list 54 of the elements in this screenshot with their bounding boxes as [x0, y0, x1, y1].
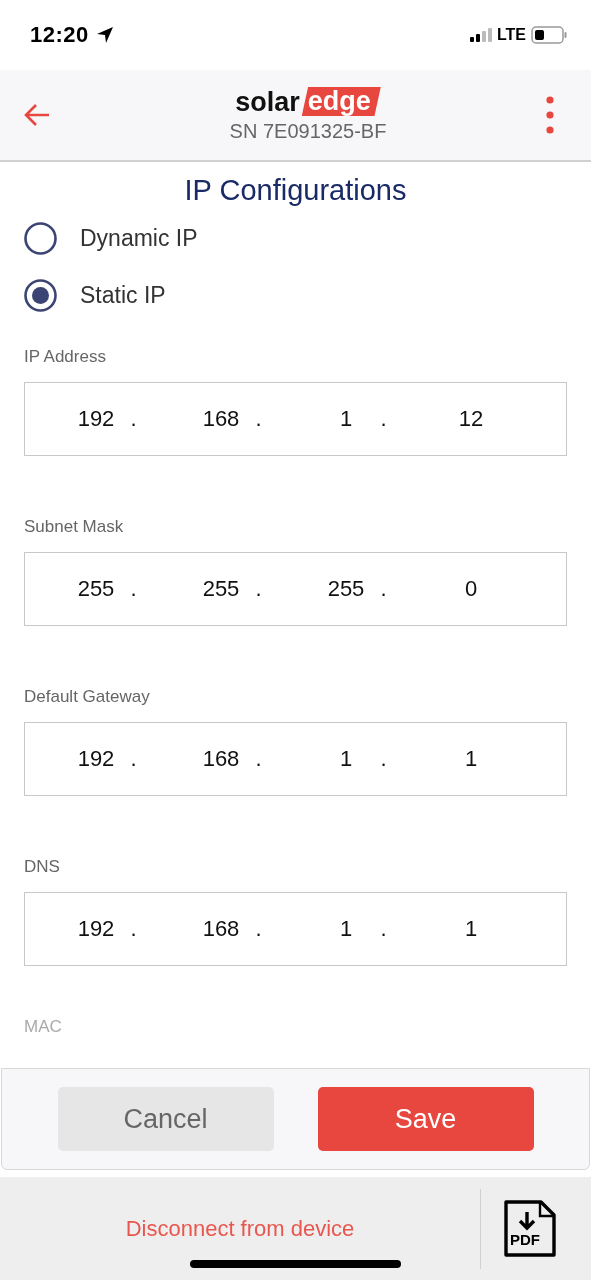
- octet-value: 192: [76, 916, 116, 942]
- octet-value: 12: [457, 406, 485, 432]
- separator-dot: .: [129, 746, 138, 772]
- octet-value: 192: [76, 746, 116, 772]
- signal-icon: [469, 28, 492, 42]
- back-arrow-icon[interactable]: [23, 103, 51, 127]
- separator-dot: .: [379, 746, 388, 772]
- ip-address-field[interactable]: 192 . 168 . 1 . 1: [24, 722, 567, 796]
- radio-button[interactable]: [24, 222, 57, 255]
- separator-dot: .: [129, 576, 138, 602]
- radio-label[interactable]: Static IP: [80, 282, 166, 309]
- logo: solar edge: [235, 87, 381, 116]
- cancel-button[interactable]: Cancel: [57, 1087, 274, 1151]
- separator-dot: .: [129, 406, 138, 432]
- octet-value: 1: [338, 916, 354, 942]
- octet-value: 1: [463, 746, 479, 772]
- separator-dot: .: [254, 406, 263, 432]
- ip-address-field[interactable]: 192 . 168 . 1 . 12: [24, 382, 567, 456]
- serial-number: SN 7E091325-BF: [229, 120, 387, 143]
- field-label: IP Address: [24, 347, 107, 367]
- separator-dot: .: [129, 916, 138, 942]
- octet-value: 1: [463, 916, 479, 942]
- ip-address-field[interactable]: 192 . 168 . 1 . 1: [24, 892, 567, 966]
- separator-dot: .: [254, 746, 263, 772]
- octet-value: 168: [201, 406, 241, 432]
- battery-icon: [531, 26, 567, 44]
- field-label: Default Gateway: [24, 687, 151, 707]
- document-download-icon: [503, 1199, 557, 1258]
- octet-value: 255: [201, 576, 241, 602]
- page-title: IP Configurations: [183, 173, 408, 208]
- octet-value: 255: [76, 576, 116, 602]
- more-menu-icon[interactable]: [545, 95, 555, 135]
- separator-dot: .: [379, 916, 388, 942]
- separator-dot: .: [254, 576, 263, 602]
- octet-value: 1: [338, 406, 354, 432]
- radio-button[interactable]: [24, 279, 57, 312]
- pdf-download-button[interactable]: PDF: [503, 1199, 557, 1258]
- separator-dot: .: [379, 406, 388, 432]
- radio-label[interactable]: Dynamic IP: [80, 225, 198, 252]
- clock-time: 12:20: [30, 22, 89, 48]
- ip-address-field[interactable]: 255 . 255 . 255 . 0: [24, 552, 567, 626]
- save-button[interactable]: Save: [317, 1087, 534, 1151]
- field-label: DNS: [24, 857, 61, 877]
- octet-value: 255: [326, 576, 366, 602]
- network-label: LTE: [496, 26, 526, 44]
- separator-dot: .: [379, 576, 388, 602]
- octet-value: 168: [201, 746, 241, 772]
- octet-value: 1: [338, 746, 354, 772]
- octet-value: 0: [463, 576, 479, 602]
- separator-dot: .: [254, 916, 263, 942]
- field-label: Subnet Mask: [24, 517, 125, 537]
- octet-value: 168: [201, 916, 241, 942]
- field-label: MAC: [24, 1017, 63, 1037]
- octet-value: 192: [76, 406, 116, 432]
